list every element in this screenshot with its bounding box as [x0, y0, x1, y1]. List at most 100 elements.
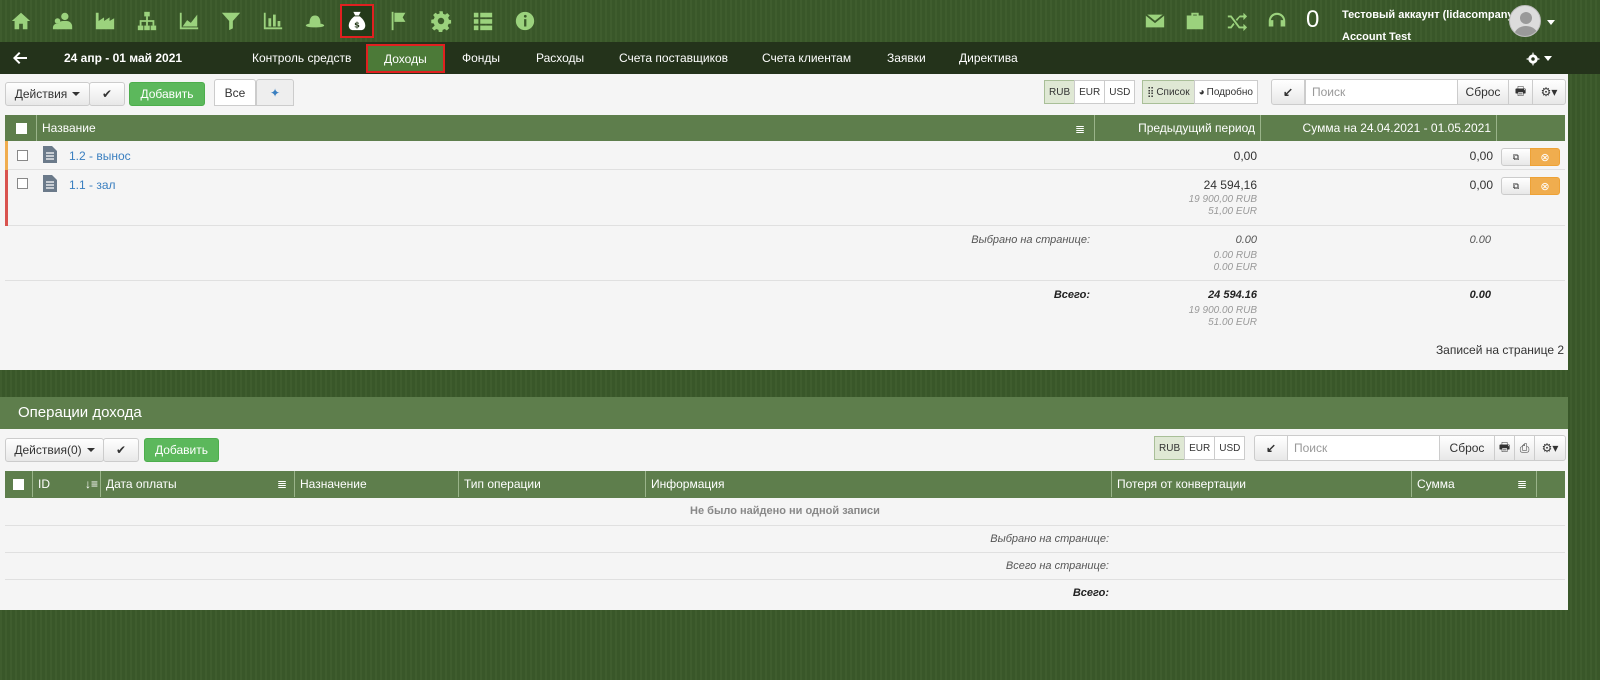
settings-gear-icon[interactable]	[1526, 52, 1540, 66]
tab-supplier-invoices[interactable]: Счета поставщиков	[619, 51, 728, 65]
table-row[interactable]: 1.1 - зал 24 594,16 19 900,00 RUB 51,00 …	[5, 170, 1565, 226]
add-button[interactable]: Добавить	[129, 82, 205, 106]
col-conversion-loss[interactable]: Потеря от конвертации	[1112, 471, 1412, 497]
tab-expenses[interactable]: Расходы	[536, 51, 584, 65]
operations-add-button[interactable]: Добавить	[144, 438, 219, 462]
summary-row-page-total: Всего на странице:	[5, 553, 1565, 580]
notification-counter[interactable]: 0	[1306, 6, 1319, 34]
col-payment-date[interactable]: Дата оплаты	[101, 471, 295, 497]
records-per-page: Записей на странице 2	[1435, 343, 1564, 357]
tab-directive[interactable]: Директива	[959, 51, 1018, 65]
row-checkbox[interactable]	[17, 150, 28, 161]
total-sum: 0.00	[1469, 289, 1491, 301]
row-name-link[interactable]: 1.1 - зал	[69, 178, 116, 192]
table-settings-gear-icon[interactable]: ⚙▾	[1532, 79, 1566, 105]
operations-actions-dropdown[interactable]: Действия(0)	[5, 438, 104, 462]
col-operation-type[interactable]: Тип операции	[459, 471, 646, 497]
filter-icon[interactable]	[216, 6, 246, 36]
view-detail-button[interactable]: ◕ Подробно	[1193, 80, 1258, 104]
top-bar: $ 0 Тестовый аккаунт (lidacompany) Accou…	[0, 0, 1600, 43]
operations-table-header: ID ↓≡ Дата оплаты ≣ Назначение Тип опера…	[5, 471, 1565, 498]
operations-reset-button[interactable]: Сброс	[1439, 435, 1495, 461]
checkmark-icon: ✔	[101, 87, 113, 101]
info-icon[interactable]	[510, 6, 540, 36]
hierarchy-icon[interactable]	[132, 6, 162, 36]
select-all-checkbox[interactable]	[13, 479, 24, 490]
row-previous-value: 0,00	[1233, 149, 1257, 163]
flag-icon[interactable]	[384, 6, 414, 36]
shuffle-icon[interactable]	[1222, 6, 1252, 36]
area-chart-icon[interactable]	[174, 6, 204, 36]
col-sum[interactable]: Сумма на 24.04.2021 - 01.05.2021	[1261, 115, 1497, 141]
column-menu-icon[interactable]: ≣	[1517, 477, 1527, 491]
currency-usd[interactable]: USD	[1214, 436, 1246, 460]
select-all-checkbox[interactable]	[16, 123, 27, 134]
total-label: Всего:	[1053, 289, 1090, 301]
delete-icon[interactable]: ⊗	[1530, 148, 1560, 166]
row-checkbox[interactable]	[17, 178, 28, 189]
avatar[interactable]	[1509, 5, 1541, 37]
tab-requests[interactable]: Заявки	[887, 51, 926, 65]
column-menu-icon[interactable]: ≣	[1075, 122, 1085, 136]
operations-search-input[interactable]: Поиск	[1287, 435, 1440, 461]
column-menu-icon[interactable]: ≣	[277, 477, 287, 491]
filter-all-tab[interactable]: Все	[214, 79, 256, 106]
hat-icon[interactable]	[300, 6, 330, 36]
back-arrow-icon[interactable]	[12, 50, 28, 66]
collapse-arrow-button[interactable]: ↙	[1271, 79, 1305, 105]
col-purpose[interactable]: Назначение	[295, 471, 459, 497]
svg-text:$: $	[354, 19, 360, 29]
users-icon[interactable]	[48, 6, 78, 36]
bar-chart-icon[interactable]	[258, 6, 288, 36]
chevron-down-icon	[72, 92, 81, 96]
col-information[interactable]: Информация	[646, 471, 1112, 497]
actions-dropdown[interactable]: Действия	[5, 82, 90, 106]
copy-icon[interactable]: ⧉	[1501, 148, 1531, 166]
table-settings-gear-icon[interactable]: ⚙▾	[1534, 435, 1566, 461]
col-previous-period[interactable]: Предыдущий период	[1095, 115, 1261, 141]
search-input[interactable]: Поиск	[1305, 79, 1458, 105]
export-icon[interactable]: ⎙	[1514, 435, 1535, 461]
reset-button[interactable]: Сброс	[1457, 79, 1509, 105]
collapse-arrow-button[interactable]: ↙	[1254, 435, 1288, 461]
row-name-link[interactable]: 1.2 - вынос	[69, 149, 131, 163]
chevron-down-icon[interactable]	[1547, 20, 1555, 25]
gear-icon[interactable]	[426, 6, 456, 36]
tab-income[interactable]: Доходы	[366, 44, 445, 73]
tab-funds-control[interactable]: Контроль средств	[252, 51, 351, 65]
col-name[interactable]: Название	[37, 115, 1095, 141]
checkmark-icon: ✔	[115, 443, 127, 457]
view-list-button[interactable]: ⣿ Список	[1142, 80, 1195, 104]
currency-eur[interactable]: EUR	[1184, 436, 1216, 460]
table-row[interactable]: 1.2 - вынос 0,00 0,00 ⧉ ⊗	[5, 141, 1565, 170]
print-icon[interactable]: 🖶	[1494, 435, 1515, 461]
document-icon	[43, 146, 57, 163]
currency-rub[interactable]: RUB	[1044, 80, 1076, 104]
mail-icon[interactable]	[1140, 6, 1170, 36]
home-icon[interactable]	[6, 6, 36, 36]
briefcase-icon[interactable]	[1180, 6, 1210, 36]
currency-usd[interactable]: USD	[1104, 80, 1136, 104]
operations-check-button[interactable]: ✔	[103, 438, 139, 462]
delete-icon[interactable]: ⊗	[1530, 177, 1560, 195]
settings-chevron-icon[interactable]	[1544, 56, 1552, 61]
print-icon[interactable]: 🖶	[1508, 79, 1533, 105]
factory-icon[interactable]	[90, 6, 120, 36]
sort-icon[interactable]: ↓≡	[85, 477, 98, 491]
copy-icon[interactable]: ⧉	[1501, 177, 1531, 195]
pin-tab[interactable]: ✦	[256, 79, 294, 106]
row-previous-rub: 19 900,00 RUB	[1188, 194, 1257, 205]
tab-client-invoices[interactable]: Счета клиентам	[762, 51, 851, 65]
summary-row-total: Всего:	[5, 580, 1565, 607]
date-range[interactable]: 24 апр - 01 май 2021	[64, 51, 182, 65]
selected-label: Выбрано на странице:	[971, 234, 1090, 246]
currency-rub[interactable]: RUB	[1154, 436, 1186, 460]
status-stripe	[5, 141, 8, 170]
check-button[interactable]: ✔	[89, 82, 125, 106]
list-icon[interactable]	[468, 6, 498, 36]
money-bag-icon[interactable]: $	[340, 4, 374, 38]
tab-funds[interactable]: Фонды	[462, 51, 500, 65]
currency-eur[interactable]: EUR	[1074, 80, 1106, 104]
headset-icon[interactable]	[1262, 6, 1292, 36]
grid-icon: ⣿	[1147, 86, 1155, 98]
